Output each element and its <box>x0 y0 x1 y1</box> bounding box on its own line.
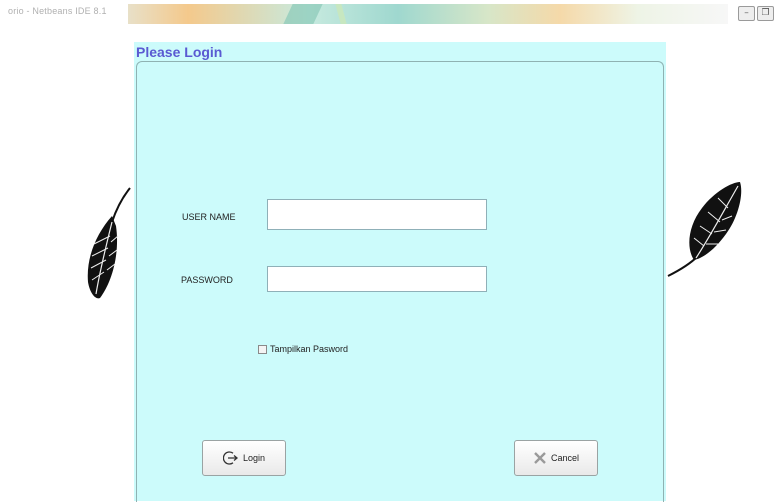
banner-stripe <box>335 4 347 24</box>
show-password-row[interactable]: Tampilkan Pasword <box>258 344 348 354</box>
password-input[interactable] <box>267 266 487 292</box>
login-title: Please Login <box>136 44 223 60</box>
app-title: orio - Netbeans IDE 8.1 <box>8 6 107 16</box>
banner-stripe <box>283 4 323 24</box>
header-banner <box>128 4 728 24</box>
show-password-checkbox[interactable] <box>258 344 267 354</box>
window-controls: – ❐ <box>738 6 774 21</box>
password-label: PASSWORD <box>181 275 233 285</box>
cancel-button[interactable]: Cancel <box>514 440 598 476</box>
show-password-label: Tampilkan Pasword <box>270 344 349 354</box>
username-input[interactable] <box>267 199 487 230</box>
x-icon <box>534 452 546 464</box>
login-button[interactable]: Login <box>202 440 286 476</box>
minimize-button[interactable]: – <box>738 6 755 21</box>
login-button-label: Login <box>242 453 266 463</box>
feather-icon <box>87 187 131 299</box>
restore-button[interactable]: ❐ <box>757 6 774 21</box>
login-arrow-icon <box>222 451 238 465</box>
feather-icon <box>667 182 742 277</box>
username-label: USER NAME <box>182 212 236 222</box>
window-titlebar: orio - Netbeans IDE 8.1 – ❐ <box>0 0 782 24</box>
cancel-button-label: Cancel <box>550 453 579 463</box>
login-panel: Please Login USER NAME PASSWORD Tampilka… <box>134 42 666 502</box>
